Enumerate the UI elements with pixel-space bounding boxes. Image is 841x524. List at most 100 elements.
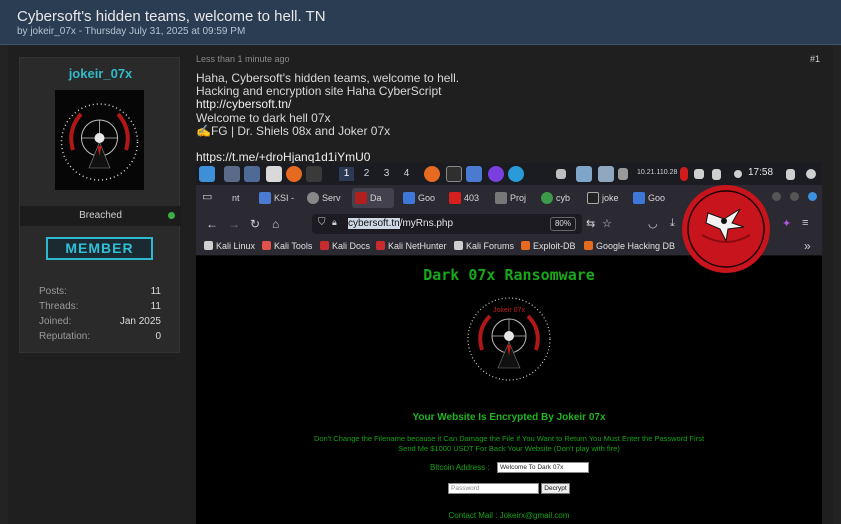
bookmark-kali-docs[interactable]: Kali Docs: [320, 241, 370, 251]
browser-tab[interactable]: Serv: [304, 188, 346, 208]
power-icon: [734, 170, 742, 178]
bookmark-star-icon[interactable]: ☆: [602, 217, 612, 230]
ransom-warning-line: Don't Change the Filename because it Can…: [313, 434, 705, 443]
menu-icon[interactable]: ≡: [802, 217, 808, 229]
stat-label: Posts:: [39, 286, 67, 297]
tools-icon: [262, 241, 271, 250]
kali-menu-icon: [199, 166, 215, 182]
screenshot-icon: [576, 166, 592, 182]
bookmark-ghdb[interactable]: Google Hacking DB: [584, 241, 675, 251]
network-icon: [556, 169, 566, 179]
bookmark-label: Kali NetHunter: [388, 241, 447, 251]
post-line: ✍️FG | Dr. Shiels 08x and Joker 07x: [196, 124, 391, 138]
tab-favicon-icon: [449, 192, 461, 204]
home-icon[interactable]: ⌂: [272, 217, 279, 231]
url-path: /myRns.php: [399, 218, 454, 229]
exploit-db-icon: [521, 241, 530, 250]
bookmark-kali-linux[interactable]: Kali Linux: [204, 241, 255, 251]
nethunter-icon: [376, 241, 385, 250]
kali-dragon-icon: [454, 241, 463, 250]
microphone-icon: [680, 167, 688, 181]
bookmark-kali-forums[interactable]: Kali Forums: [454, 241, 514, 251]
maximize-icon[interactable]: [790, 192, 799, 201]
bitcoin-label: Bitcoin Address :: [430, 463, 490, 472]
decrypt-button[interactable]: Decrypt: [541, 483, 570, 494]
close-icon[interactable]: [808, 192, 817, 201]
stat-posts: Posts: 11: [39, 286, 161, 299]
ransom-warning: Don't Change the Filename because it Can…: [266, 434, 752, 454]
user-status-label: Breached: [79, 210, 122, 221]
workspace-4: 4: [403, 168, 410, 179]
post-link[interactable]: http://cybersoft.tn/: [196, 97, 291, 111]
extension-icon[interactable]: ✦: [782, 217, 791, 230]
stat-value: 11: [150, 301, 161, 312]
tab-favicon-icon: [633, 192, 645, 204]
app-icon: [488, 166, 504, 182]
username-link[interactable]: jokeir_07x: [20, 66, 181, 81]
bookmark-label: Kali Forums: [466, 241, 515, 251]
zoom-level[interactable]: 80%: [550, 217, 576, 231]
send-icon: [598, 166, 614, 182]
lock-icon: [786, 169, 795, 180]
back-icon[interactable]: ←: [206, 217, 218, 231]
browser-tab[interactable]: Goo: [630, 188, 672, 208]
browser-tab[interactable]: joke: [584, 188, 626, 208]
bookmark-kali-tools[interactable]: Kali Tools: [262, 241, 312, 251]
minimize-icon[interactable]: [772, 192, 781, 201]
translate-icon[interactable]: ⇆: [586, 217, 595, 230]
browser-tab[interactable]: nt: [226, 188, 254, 208]
bitcoin-address-field[interactable]: Welcome To Dark 07x: [497, 462, 589, 473]
ransom-subtitle: Your Website Is Encrypted By Jokeir 07x: [412, 412, 606, 423]
tab-label: 403: [464, 193, 480, 203]
post-timestamp: Less than 1 minute ago: [196, 54, 290, 64]
tab-favicon-icon: [495, 192, 507, 204]
tab-list-icon[interactable]: ▭: [202, 190, 212, 203]
avatar-emblem-icon: [55, 90, 144, 190]
terminal-icon: [446, 166, 462, 182]
browser-tab[interactable]: KSI -: [256, 188, 298, 208]
post-line: Welcome to dark hell 07x: [196, 111, 331, 125]
desktop-taskbar: 1 2 3 4 10.21.110.28 17:58: [196, 163, 822, 185]
browser-tab[interactable]: Proj: [492, 188, 534, 208]
firefox-icon: [424, 166, 440, 182]
files-icon: [466, 166, 482, 182]
thread-meta: by jokeir_07x - Thursday July 31, 2025 a…: [17, 26, 246, 37]
workspace-3: 3: [383, 168, 390, 179]
files-icon: [244, 166, 260, 182]
thread-title: Cybersoft's hidden teams, welcome to hel…: [17, 8, 326, 25]
ransom-logo-icon: Jokeir 07x: [467, 297, 551, 381]
address-bar[interactable]: ⛉ 🔒︎ cybersoft.tn/myRns.php 80%: [312, 214, 582, 234]
stat-value: 11: [150, 286, 161, 297]
tab-favicon-icon: [541, 192, 553, 204]
stat-threads: Threads: 11: [39, 301, 161, 314]
bookmark-exploit-db[interactable]: Exploit-DB: [521, 241, 576, 251]
tab-label: Goo: [648, 193, 666, 203]
avatar[interactable]: [55, 90, 144, 190]
password-field[interactable]: Password: [448, 483, 539, 494]
post-line: Hacking and encryption site Haha CyberSc…: [196, 84, 442, 98]
ransom-logo-text: Jokeir 07x: [493, 307, 525, 314]
browser-tab[interactable]: 403: [446, 188, 488, 208]
reload-icon[interactable]: ↻: [250, 217, 260, 231]
post-telegram-link[interactable]: https://t.me/+droHjanq1d1iYmU0: [196, 150, 370, 164]
url-text[interactable]: cybersoft.tn/myRns.php: [348, 218, 453, 229]
kali-dragon-icon: [204, 241, 213, 250]
browser-tab[interactable]: Goo: [400, 188, 442, 208]
browser-tab[interactable]: cyb: [538, 188, 580, 208]
tab-label: joke: [602, 193, 619, 203]
forward-icon[interactable]: →: [228, 217, 240, 231]
post-number-link[interactable]: #1: [810, 54, 820, 64]
pocket-icon[interactable]: ◡: [648, 217, 658, 230]
workspace-2: 2: [363, 168, 370, 179]
rank-badge: MEMBER: [46, 237, 153, 260]
stat-joined: Joined: Jan 2025: [39, 316, 161, 329]
tab-favicon-icon: [355, 192, 367, 204]
stat-reputation: Reputation: 0: [39, 331, 161, 344]
tab-label: Goo: [418, 193, 436, 203]
more-bookmarks-icon[interactable]: »: [804, 239, 811, 253]
bookmark-kali-nethunter[interactable]: Kali NetHunter: [376, 241, 447, 251]
ransom-warning-line: Send Me $1000 USDT For Back Your Website…: [398, 444, 620, 453]
browser-tab-active[interactable]: Da: [352, 188, 394, 208]
downloads-icon[interactable]: ⤓: [670, 217, 675, 230]
ip-address: 10.21.110.28: [637, 169, 678, 176]
